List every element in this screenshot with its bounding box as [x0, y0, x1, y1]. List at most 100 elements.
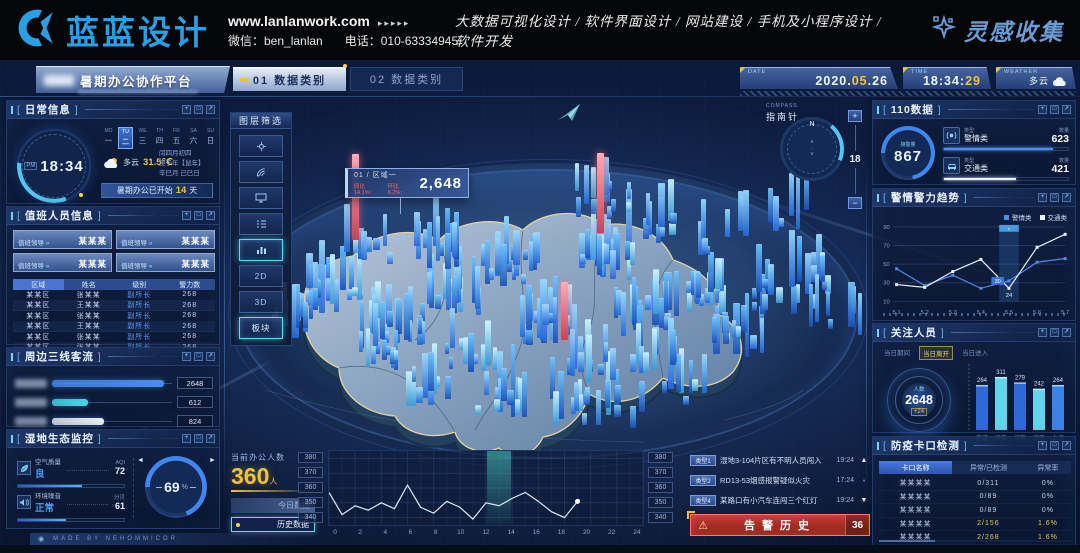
- weekday-cell[interactable]: TH四: [152, 127, 167, 149]
- duty-col-header: 区域: [13, 279, 64, 290]
- focus-bar-chart[interactable]: 264在逃311涉毒279涉案242涉恐264上访: [963, 358, 1071, 448]
- svg-text:242: 242: [1034, 382, 1045, 388]
- logo[interactable]: 蓝蓝设计: [16, 6, 210, 54]
- duty-table-row[interactable]: 某某区王某某副所长268: [13, 301, 215, 312]
- alert-history-button[interactable]: ⚠ 告警历史 36: [690, 514, 870, 536]
- svg-text:264: 264: [1053, 378, 1064, 384]
- platform-title-box: 暑期办公协作平台: [36, 66, 230, 93]
- checkpoint-row[interactable]: 某某某某0/890%: [879, 491, 1071, 505]
- axis-tick: 16: [529, 529, 543, 536]
- duty-table-row[interactable]: 某某区张某某副所长268: [13, 332, 215, 343]
- flow-track: [52, 380, 172, 387]
- checkpoint-row[interactable]: 某某某某2/1561.6%: [879, 518, 1071, 532]
- tab-data-category-2[interactable]: 02 数据类别: [350, 67, 463, 91]
- alert-tag: 类型1: [690, 455, 716, 466]
- expand-icon[interactable]: ↗: [1062, 193, 1071, 202]
- checkpoint-row[interactable]: 某某某某0/3110%: [879, 477, 1071, 491]
- zoom-in-button[interactable]: +: [848, 110, 862, 122]
- expand-icon[interactable]: ↗: [1062, 328, 1071, 337]
- map-3d-region[interactable]: [245, 190, 805, 450]
- duty-table-row[interactable]: 某某区张某某副所长268: [13, 311, 215, 322]
- checkpoint-detected: 0/89: [952, 504, 1025, 517]
- zoom-track[interactable]: [855, 125, 856, 151]
- expand-icon[interactable]: ↗: [206, 352, 215, 361]
- duty-cell: 王某某: [64, 301, 115, 311]
- layer-button-camera-icon[interactable]: [239, 135, 283, 157]
- weekday-cell[interactable]: MO一: [101, 127, 116, 149]
- office-trend-chart[interactable]: [328, 450, 644, 526]
- focus-tab[interactable]: 当日离开: [919, 346, 953, 360]
- duty-col-header: 警力数: [165, 279, 216, 290]
- expand-icon[interactable]: ↗: [206, 211, 215, 220]
- plus-icon[interactable]: +: [182, 105, 191, 114]
- layer-button-list-icon[interactable]: [239, 213, 283, 235]
- bars-icon: [256, 245, 267, 255]
- promo-banner: 蓝蓝设计 www.lanlanwork.com▸▸▸▸▸ 微信：ben_lanl…: [0, 0, 1080, 60]
- layer-button-bars-icon[interactable]: [239, 239, 283, 261]
- duty-leader-card[interactable]: 值班领导某某某: [116, 230, 215, 249]
- plus-icon[interactable]: +: [182, 434, 191, 443]
- window-icon[interactable]: □: [194, 105, 203, 114]
- alert-row[interactable]: 类型4某路口有小汽车连闯三个红灯19:24▼: [690, 492, 870, 509]
- layer-button-monitor-icon[interactable]: [239, 187, 283, 209]
- checkpoint-row[interactable]: 某某某某0/890%: [879, 504, 1071, 518]
- expand-icon[interactable]: ↗: [206, 105, 215, 114]
- checkpoint-scrollbar[interactable]: [879, 540, 1071, 542]
- zoom-out-button[interactable]: −: [848, 197, 862, 209]
- expand-icon[interactable]: ↗: [1062, 105, 1071, 114]
- plus-icon[interactable]: +: [1038, 193, 1047, 202]
- focus-tab[interactable]: 当日期间: [881, 346, 913, 360]
- weekday-cell[interactable]: FR五: [169, 127, 184, 149]
- weekday-cell[interactable]: TU二: [118, 127, 133, 149]
- alert-trend-icon: ▲: [858, 457, 870, 464]
- window-icon[interactable]: □: [194, 211, 203, 220]
- expand-icon[interactable]: ↗: [206, 434, 215, 443]
- flow-row: 612: [15, 395, 213, 409]
- cloud-icon: [1052, 77, 1066, 86]
- duty-table-row[interactable]: 某某区王某某副所长268: [13, 322, 215, 333]
- website-link[interactable]: www.lanlanwork.com: [228, 13, 370, 29]
- alert-row[interactable]: 类型2RD13-53烟感报警疑似火灾17:24●: [690, 472, 870, 489]
- plus-icon[interactable]: +: [182, 352, 191, 361]
- window-icon[interactable]: □: [1050, 328, 1059, 337]
- duty-cell: 副所长: [114, 290, 165, 300]
- plus-icon[interactable]: +: [1038, 328, 1047, 337]
- plus-icon[interactable]: +: [182, 211, 191, 220]
- gauge-right-arrow[interactable]: ►: [209, 457, 216, 464]
- plus-icon[interactable]: +: [1038, 105, 1047, 114]
- weekday-cell[interactable]: SU日: [203, 127, 218, 149]
- inspiration-collect[interactable]: 灵感收集: [932, 0, 1064, 60]
- checkpoint-row[interactable]: 某某某某2/2681.6%: [879, 531, 1071, 545]
- window-icon[interactable]: □: [1050, 193, 1059, 202]
- duty-cell: 张某某: [64, 332, 115, 342]
- trend-chart[interactable]: 9070503010˅24305.15.25.35.45.55.65.7: [877, 219, 1073, 319]
- duty-leader-card[interactable]: 值班领导某某某: [116, 253, 215, 272]
- plus-icon[interactable]: +: [1038, 441, 1047, 450]
- tab-indicator-dot: [343, 64, 347, 68]
- layer-button-2D[interactable]: 2D: [239, 265, 283, 287]
- duty-table: 区域姓名级别警力数 某某区张某某副所长268某某区王某某副所长268某某区张某某…: [13, 279, 215, 353]
- duty-table-row[interactable]: 某某区张某某副所长268: [13, 290, 215, 301]
- tab-data-category-1[interactable]: 01 数据类别: [233, 67, 346, 91]
- flow-label-blur: [15, 417, 47, 426]
- gauge-left-arrow[interactable]: ◄: [137, 457, 144, 464]
- layer-button-radar-icon[interactable]: [239, 161, 283, 183]
- list-icon: [256, 219, 267, 229]
- weekday-cell[interactable]: WE三: [135, 127, 150, 149]
- window-icon[interactable]: □: [1050, 441, 1059, 450]
- collect-text: 灵感收集: [964, 13, 1064, 47]
- axis-tick: 350: [298, 497, 323, 508]
- window-icon[interactable]: □: [194, 434, 203, 443]
- window-icon[interactable]: □: [194, 352, 203, 361]
- duty-leader-card[interactable]: 值班领导某某某: [13, 253, 112, 272]
- compass-dial[interactable]: N ˄·˅: [780, 117, 844, 181]
- layer-button-3D[interactable]: 3D: [239, 291, 283, 313]
- weekday-cell[interactable]: SA六: [186, 127, 201, 149]
- duty-cell: 张某某: [64, 290, 115, 300]
- alarm-type-row: 类型警情类 数量623: [943, 127, 1069, 151]
- window-icon[interactable]: □: [1050, 105, 1059, 114]
- layer-button-板块[interactable]: 板块: [239, 317, 283, 339]
- expand-icon[interactable]: ↗: [1062, 441, 1071, 450]
- alert-row[interactable]: 类型1湿地3-104片区有不明人员闯入19:24▲: [690, 452, 870, 469]
- duty-leader-card[interactable]: 值班领导某某某: [13, 230, 112, 249]
